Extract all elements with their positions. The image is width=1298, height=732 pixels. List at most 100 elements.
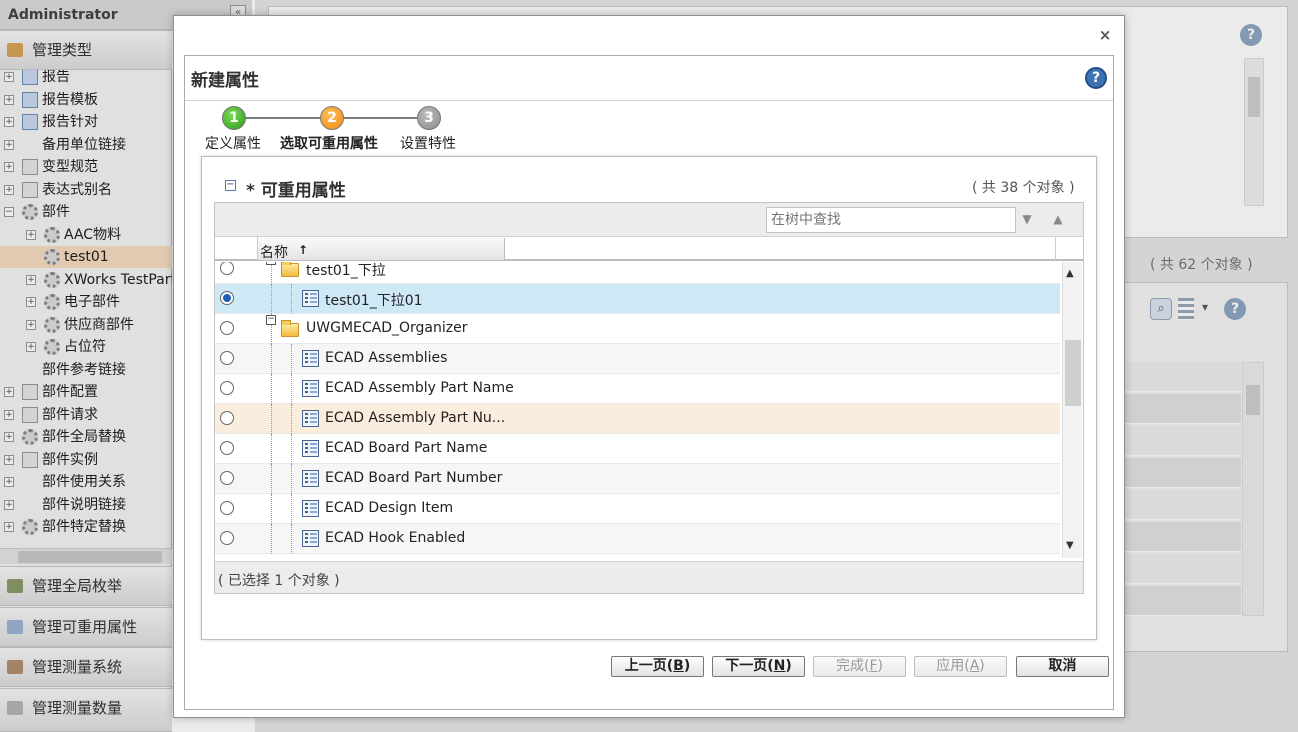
step-1-circle[interactable]: 1 [222,106,246,130]
button-hotkey: F [869,658,878,674]
cancel-button[interactable]: 取消 [1016,656,1109,677]
collapse-node-icon[interactable]: − [266,315,276,325]
row-label: ECAD Assembly Part Name [325,380,514,396]
tree-guide-line [291,404,292,434]
tree-guide-line [271,434,272,464]
tree-guide-line [291,434,292,464]
row-radio-button[interactable] [220,441,234,455]
close-icon[interactable]: × [1098,27,1112,43]
collapse-node-icon[interactable]: − [266,262,276,265]
table-vertical-scrollbar[interactable] [1062,262,1082,558]
table-row[interactable]: ECAD Board Part Number [215,464,1060,494]
attribute-icon [302,410,319,427]
row-radio-button[interactable] [220,381,234,395]
button-label: 下一页 [725,658,768,674]
step-connector [246,117,320,119]
sort-ascending-icon[interactable]: ↑ [298,243,308,257]
dialog-title-bar [185,56,1113,101]
collapse-section-icon[interactable]: − [225,180,236,191]
attribute-icon [302,530,319,547]
apply-button[interactable]: 应用(A) [914,656,1007,677]
table-row[interactable]: ECAD Assemblies [215,344,1060,374]
row-label: ECAD Assembly Part Nu... [325,410,506,426]
button-label: 上一页 [624,658,667,674]
tree-guide-line [271,464,272,494]
row-radio-button[interactable] [220,262,234,275]
row-radio-button[interactable] [220,471,234,485]
step-2-circle[interactable]: 2 [320,106,344,130]
row-label: test01_下拉 [306,263,386,279]
button-label: 应用 [936,658,965,674]
button-hotkey: N [773,658,786,674]
help-icon[interactable]: ? [1085,67,1107,89]
table-row[interactable]: − UWGMECAD_Organizer [215,314,1060,344]
table-row[interactable]: ECAD Board Part Name [215,434,1060,464]
folder-icon [281,262,299,277]
attribute-icon [302,470,319,487]
tree-guide-line [291,494,292,524]
tree-guide-line [291,344,292,374]
row-label: test01_下拉01 [325,293,423,309]
tree-guide-line [271,404,272,434]
tree-guide-line [271,262,272,284]
folder-icon [281,320,299,337]
step-1-label[interactable]: 定义属性 [205,133,261,153]
row-radio-button[interactable] [220,501,234,515]
scroll-up-icon[interactable]: ▲ [1066,268,1074,279]
tree-search-input[interactable] [766,207,1016,233]
tree-guide-line [291,464,292,494]
row-radio-button[interactable] [220,351,234,365]
tree-guide-line [271,344,272,374]
section-title: * 可重用属性 [246,181,346,201]
button-hotkey: A [969,658,980,674]
tree-guide-line [291,284,292,314]
column-header-name[interactable] [258,238,505,260]
previous-button[interactable]: 上一页(B) [611,656,704,677]
row-label: ECAD Assemblies [325,350,448,366]
table-status-bar [215,561,1083,593]
tree-guide-line [291,524,292,554]
tree-guide-line [271,524,272,554]
table-row[interactable]: test01_下拉01 [215,284,1060,314]
table-row[interactable]: − test01_下拉 [215,262,1060,284]
step-3-label[interactable]: 设置特性 [400,133,456,153]
tree-guide-line [271,494,272,524]
row-radio-button[interactable] [220,321,234,335]
row-label: ECAD Board Part Number [325,470,503,486]
table-row[interactable]: ECAD Assembly Part Nu... [215,404,1060,434]
button-label: 取消 [1048,658,1077,674]
row-radio-button[interactable] [220,531,234,545]
button-label: 完成 [836,658,864,674]
table-body: − test01_下拉 test01_下拉01 − UWGMECAD_Organizer… [215,262,1060,554]
tree-guide-line [271,284,272,314]
attribute-icon [302,290,319,307]
column-header-label: 名称 [260,245,288,261]
tree-guide-line [271,374,272,404]
scrollbar-thumb[interactable] [1065,340,1081,406]
step-2-label[interactable]: 选取可重用属性 [280,133,378,153]
row-label: ECAD Hook Enabled [325,530,466,546]
row-radio-button[interactable] [220,291,234,305]
selection-status: ( 已选择 1 个对象 ) [218,573,340,589]
row-radio-button[interactable] [220,411,234,425]
step-connector [344,117,417,119]
next-button[interactable]: 下一页(N) [712,656,805,677]
scroll-down-icon[interactable]: ▼ [1066,540,1074,551]
step-3-circle[interactable]: 3 [417,106,441,130]
table-row[interactable]: ECAD Design Item [215,494,1060,524]
dialog-title: 新建属性 [191,71,259,91]
collapse-up-icon[interactable]: ▲ [1050,211,1066,227]
object-count: ( 共 38 个对象 ) [972,180,1075,196]
attribute-icon [302,500,319,517]
column-divider [1055,237,1056,261]
row-label: ECAD Design Item [325,500,454,516]
row-label: ECAD Board Part Name [325,440,488,456]
finish-button[interactable]: 完成(F) [813,656,906,677]
attribute-icon [302,350,319,367]
row-label: UWGMECAD_Organizer [306,320,468,336]
button-hotkey: B [673,658,684,674]
filter-icon[interactable]: ▼ [1019,211,1035,227]
table-row[interactable]: ECAD Hook Enabled [215,524,1060,554]
table-row[interactable]: ECAD Assembly Part Name [215,374,1060,404]
tree-guide-line [291,374,292,404]
